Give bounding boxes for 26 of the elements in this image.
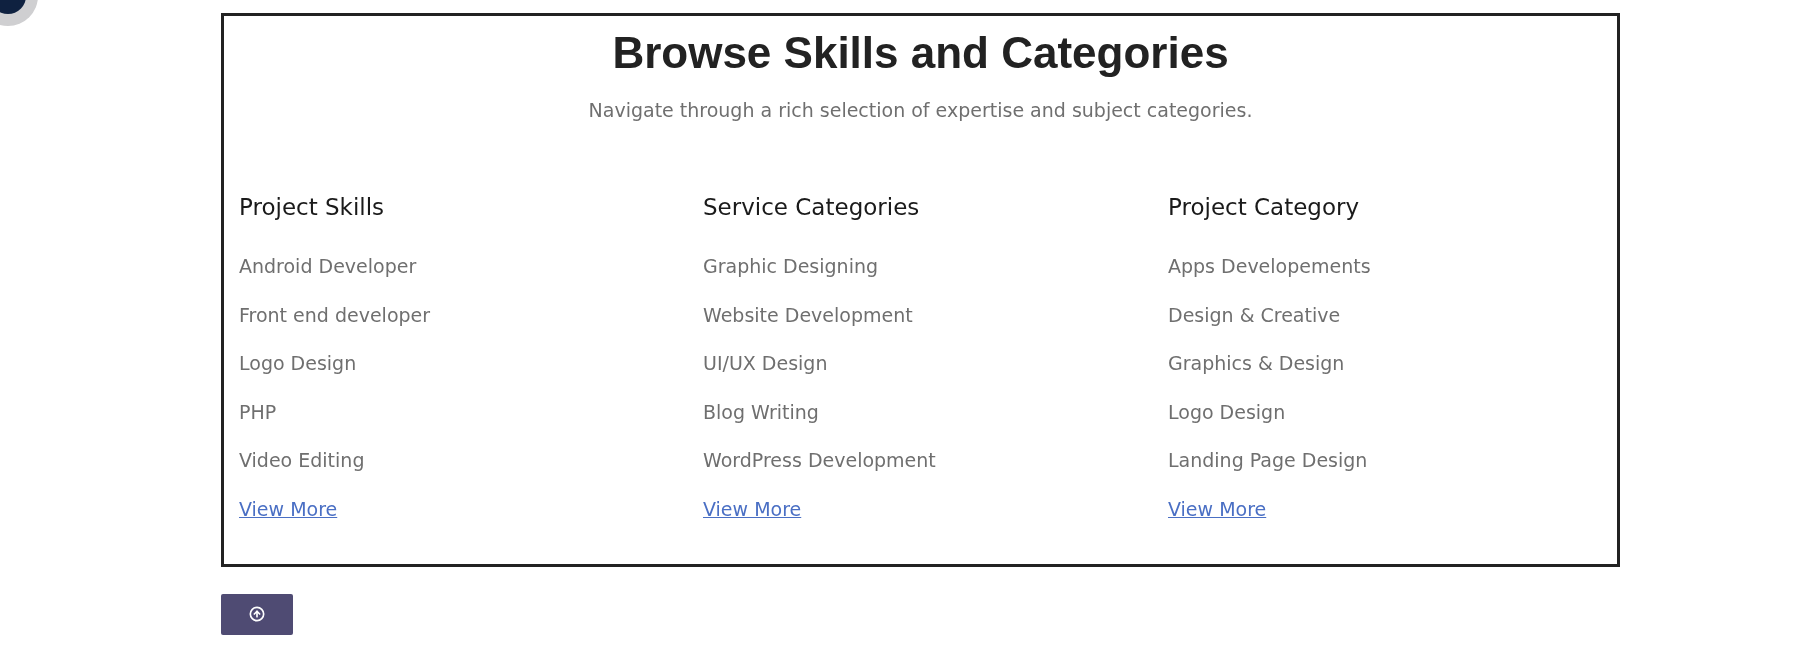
arrow-up-circle-icon — [249, 606, 265, 622]
column-heading: Project Category — [1168, 193, 1360, 222]
category-link[interactable]: Logo Design — [239, 349, 357, 377]
category-link[interactable]: Logo Design — [1168, 397, 1286, 426]
category-link[interactable]: WordPress Development — [703, 446, 936, 474]
category-link[interactable]: Video Editing — [239, 446, 365, 474]
category-link[interactable]: Android Developer — [239, 252, 417, 280]
category-link[interactable]: Apps Developements — [1168, 252, 1371, 280]
category-link[interactable]: Front end developer — [239, 300, 431, 329]
ring-icon[interactable] — [0, 0, 38, 27]
category-link[interactable]: Graphic Designing — [703, 252, 879, 280]
scroll-top-button[interactable] — [221, 593, 293, 635]
page-subtitle: Navigate through a rich selection of expertise and subject categories. — [587, 98, 1254, 123]
category-link[interactable]: Landing Page Design — [1168, 446, 1368, 474]
column-heading: Service Categories — [703, 193, 920, 222]
category-link[interactable]: Website Development — [703, 300, 913, 329]
category-link[interactable]: Design & Creative — [1168, 300, 1341, 329]
view-more-link[interactable]: View More — [1168, 494, 1267, 523]
category-link[interactable]: Graphics & Design — [1168, 349, 1345, 377]
column-heading: Project Skills — [239, 193, 385, 222]
view-more-link[interactable]: View More — [703, 494, 802, 523]
view-more-link[interactable]: View More — [239, 494, 338, 523]
category-link[interactable]: PHP — [239, 397, 277, 426]
category-link[interactable]: UI/UX Design — [703, 349, 828, 377]
page-title: Browse Skills and Categories — [611, 28, 1230, 78]
category-link[interactable]: Blog Writing — [703, 397, 819, 426]
